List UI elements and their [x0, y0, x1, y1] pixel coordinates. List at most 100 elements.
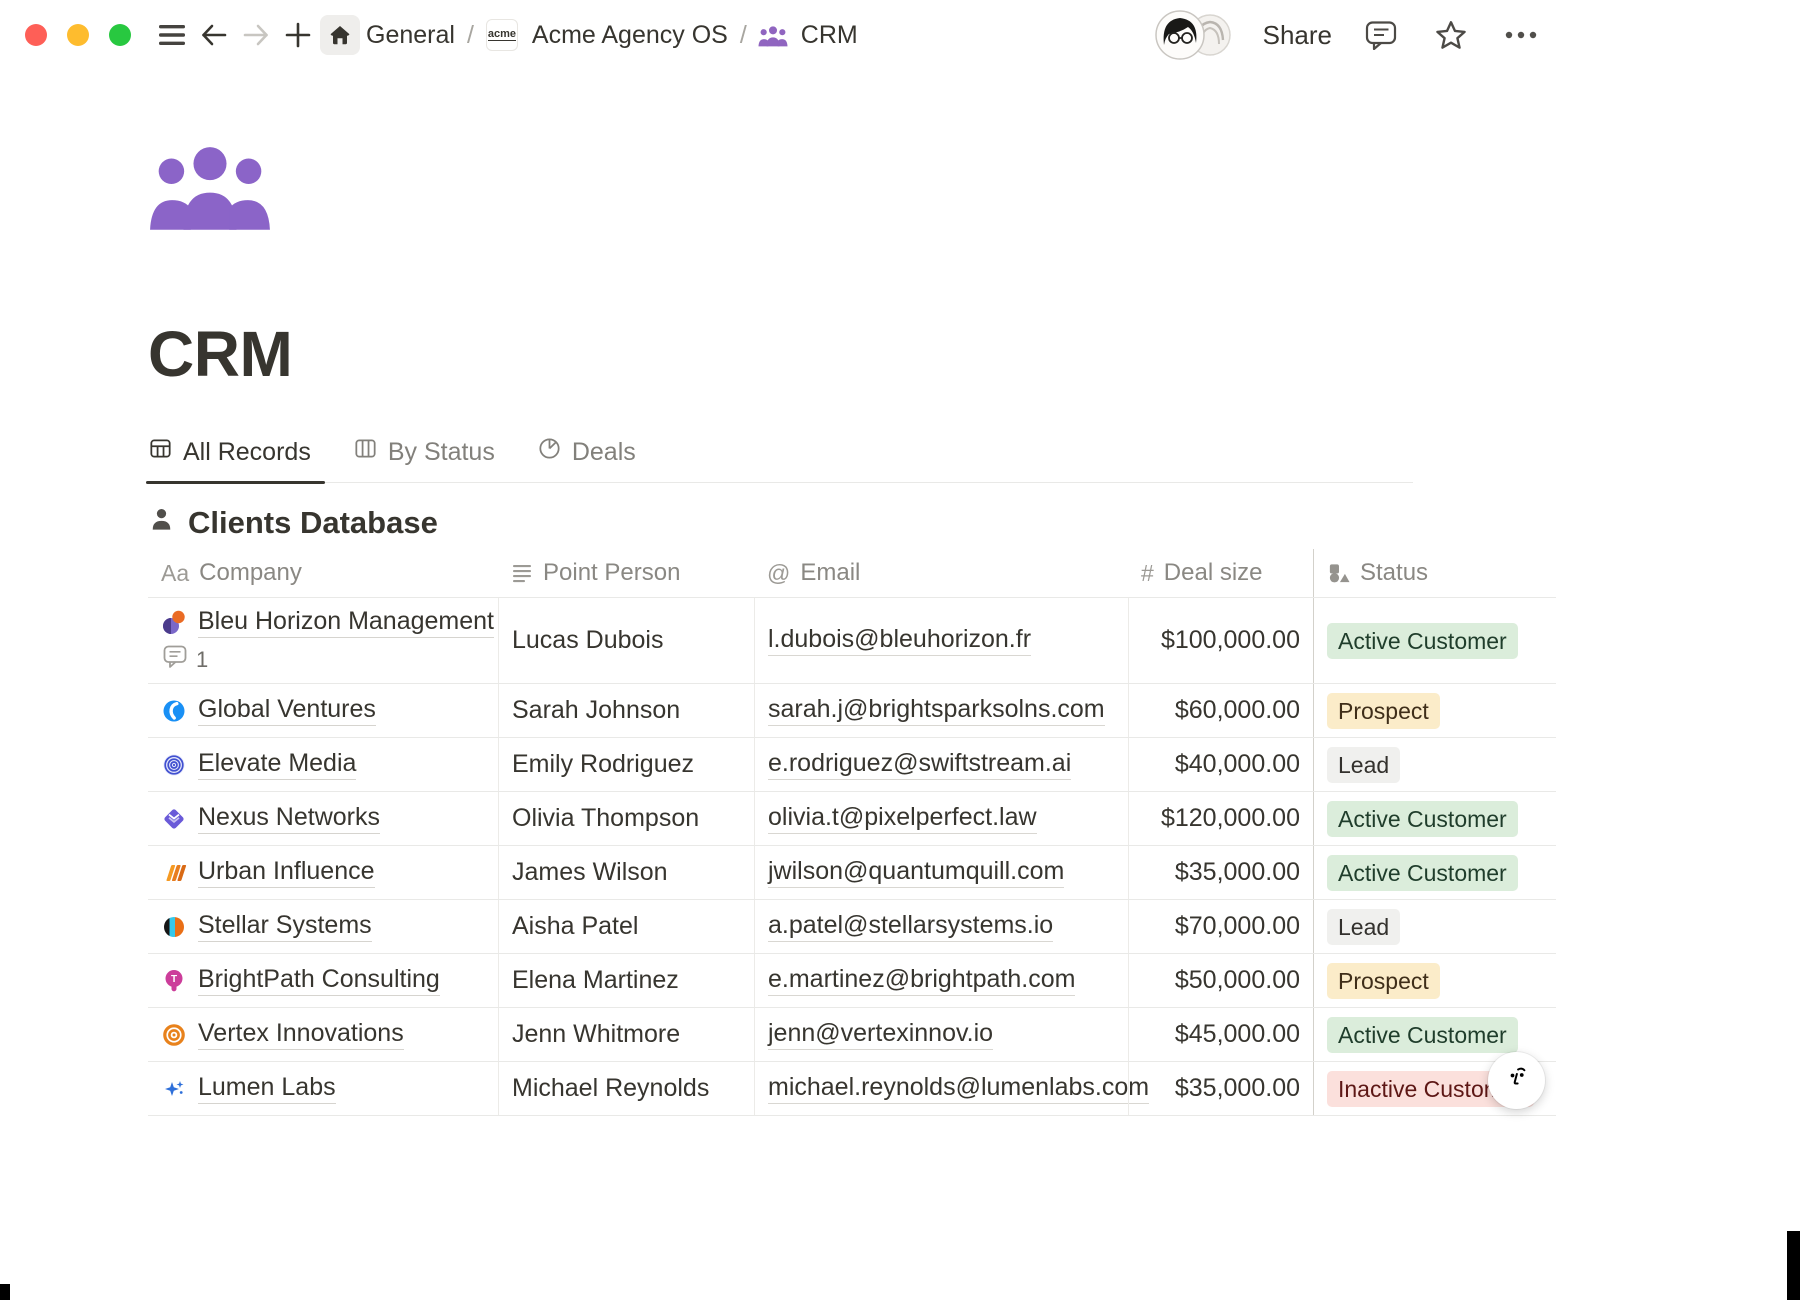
company-name-link[interactable]: Stellar Systems: [198, 911, 372, 942]
window-controls[interactable]: [25, 24, 131, 46]
forward-arrow-icon[interactable]: [236, 15, 276, 55]
home-breadcrumb-icon[interactable]: [320, 15, 360, 55]
tab-by-status[interactable]: By Status: [353, 436, 495, 482]
status-cell[interactable]: Active Customer: [1313, 846, 1556, 899]
point-person-cell[interactable]: Sarah Johnson: [498, 684, 754, 737]
close-window-button[interactable]: [25, 24, 47, 46]
company-name-link[interactable]: Vertex Innovations: [198, 1019, 404, 1050]
status-cell[interactable]: Prospect: [1313, 684, 1556, 737]
email-link[interactable]: jwilson@quantumquill.com: [768, 857, 1064, 888]
email-cell[interactable]: jenn@vertexinnov.io: [754, 1008, 1128, 1061]
deal-size-cell[interactable]: $70,000.00: [1128, 900, 1313, 953]
point-person-cell[interactable]: Emily Rodriguez: [498, 738, 754, 791]
share-button[interactable]: Share: [1263, 20, 1332, 51]
company-cell[interactable]: Elevate Media: [148, 738, 498, 791]
comments-icon[interactable]: [1361, 15, 1401, 55]
email-cell[interactable]: michael.reynolds@lumenlabs.com: [754, 1062, 1128, 1115]
table-row[interactable]: Global Ventures Sarah Johnson sarah.j@br…: [148, 684, 1556, 738]
email-link[interactable]: e.martinez@brightpath.com: [768, 965, 1075, 996]
table-row[interactable]: Elevate Media Emily Rodriguez e.rodrigue…: [148, 738, 1556, 792]
point-person-cell[interactable]: Lucas Dubois: [498, 598, 754, 683]
minimize-window-button[interactable]: [67, 24, 89, 46]
status-cell[interactable]: Active Customer: [1313, 598, 1556, 683]
company-cell[interactable]: T BrightPath Consulting: [148, 954, 498, 1007]
point-person-cell[interactable]: Jenn Whitmore: [498, 1008, 754, 1061]
comment-count[interactable]: 1: [163, 645, 208, 674]
company-name-link[interactable]: Nexus Networks: [198, 803, 380, 834]
breadcrumb-workspace[interactable]: Acme Agency OS: [527, 21, 733, 50]
table-row[interactable]: Bleu Horizon Management 1 Lucas Dubois l…: [148, 598, 1556, 684]
deal-size-cell[interactable]: $120,000.00: [1128, 792, 1313, 845]
table-row[interactable]: Stellar Systems Aisha Patel a.patel@stel…: [148, 900, 1556, 954]
table-row[interactable]: Vertex Innovations Jenn Whitmore jenn@ve…: [148, 1008, 1556, 1062]
email-link[interactable]: olivia.t@pixelperfect.law: [768, 803, 1037, 834]
collaborator-avatar[interactable]: [1155, 10, 1205, 60]
email-link[interactable]: jenn@vertexinnov.io: [768, 1019, 993, 1050]
column-header-deal-size[interactable]: # Deal size: [1128, 549, 1313, 597]
email-cell[interactable]: olivia.t@pixelperfect.law: [754, 792, 1128, 845]
breadcrumb-root[interactable]: General: [361, 21, 460, 50]
tab-deals[interactable]: Deals: [537, 436, 636, 482]
tab-all-records[interactable]: All Records: [148, 436, 311, 482]
email-link[interactable]: l.dubois@bleuhorizon.fr: [768, 625, 1031, 656]
deal-size-cell[interactable]: $100,000.00: [1128, 598, 1313, 683]
point-person-cell[interactable]: Aisha Patel: [498, 900, 754, 953]
company-cell[interactable]: Stellar Systems: [148, 900, 498, 953]
email-link[interactable]: sarah.j@brightsparksolns.com: [768, 695, 1105, 726]
favorite-star-icon[interactable]: [1431, 15, 1471, 55]
company-cell[interactable]: Nexus Networks: [148, 792, 498, 845]
deal-size-cell[interactable]: $45,000.00: [1128, 1008, 1313, 1061]
deal-size-cell[interactable]: $35,000.00: [1128, 1062, 1313, 1115]
company-name-link[interactable]: BrightPath Consulting: [198, 965, 440, 996]
status-cell[interactable]: Lead: [1313, 900, 1556, 953]
new-page-plus-icon[interactable]: [278, 15, 318, 55]
company-cell[interactable]: Lumen Labs: [148, 1062, 498, 1115]
sidebar-menu-icon[interactable]: [152, 15, 192, 55]
point-person-cell[interactable]: Michael Reynolds: [498, 1062, 754, 1115]
status-cell[interactable]: Active Customer: [1313, 792, 1556, 845]
email-cell[interactable]: a.patel@stellarsystems.io: [754, 900, 1128, 953]
column-header-company[interactable]: Aa Company: [148, 549, 498, 597]
status-cell[interactable]: Prospect: [1313, 954, 1556, 1007]
column-header-email[interactable]: @ Email: [754, 549, 1128, 597]
point-person-cell[interactable]: Elena Martinez: [498, 954, 754, 1007]
email-link[interactable]: michael.reynolds@lumenlabs.com: [768, 1073, 1149, 1104]
zoom-window-button[interactable]: [109, 24, 131, 46]
company-cell[interactable]: Vertex Innovations: [148, 1008, 498, 1061]
company-name-link[interactable]: Global Ventures: [198, 695, 376, 726]
collaborator-avatars[interactable]: [1155, 10, 1235, 60]
company-name-link[interactable]: Bleu Horizon Management: [198, 607, 494, 638]
deal-size-cell[interactable]: $50,000.00: [1128, 954, 1313, 1007]
company-cell[interactable]: Bleu Horizon Management 1: [148, 598, 498, 683]
email-cell[interactable]: sarah.j@brightsparksolns.com: [754, 684, 1128, 737]
company-name-link[interactable]: Urban Influence: [198, 857, 375, 888]
breadcrumb-page[interactable]: CRM: [796, 21, 863, 50]
deal-size-cell[interactable]: $35,000.00: [1128, 846, 1313, 899]
table-row[interactable]: Urban Influence James Wilson jwilson@qua…: [148, 846, 1556, 900]
page-people-group-icon[interactable]: [148, 140, 272, 226]
company-cell[interactable]: Urban Influence: [148, 846, 498, 899]
email-cell[interactable]: e.martinez@brightpath.com: [754, 954, 1128, 1007]
status-cell[interactable]: Lead: [1313, 738, 1556, 791]
company-name-link[interactable]: Elevate Media: [198, 749, 356, 780]
column-header-point-person[interactable]: Point Person: [498, 549, 754, 597]
point-person-cell[interactable]: Olivia Thompson: [498, 792, 754, 845]
column-header-status[interactable]: Status: [1313, 549, 1556, 597]
email-cell[interactable]: e.rodriguez@swiftstream.ai: [754, 738, 1128, 791]
company-name-link[interactable]: Lumen Labs: [198, 1073, 336, 1104]
table-row[interactable]: Lumen Labs Michael Reynolds michael.reyn…: [148, 1062, 1556, 1116]
workspace-logo-icon[interactable]: acme: [486, 19, 518, 51]
email-link[interactable]: a.patel@stellarsystems.io: [768, 911, 1053, 942]
company-cell[interactable]: Global Ventures: [148, 684, 498, 737]
email-cell[interactable]: l.dubois@bleuhorizon.fr: [754, 598, 1128, 683]
table-row[interactable]: T BrightPath Consulting Elena Martinez e…: [148, 954, 1556, 1008]
email-cell[interactable]: jwilson@quantumquill.com: [754, 846, 1128, 899]
notion-ai-button[interactable]: [1488, 1052, 1545, 1109]
deal-size-cell[interactable]: $60,000.00: [1128, 684, 1313, 737]
email-link[interactable]: e.rodriguez@swiftstream.ai: [768, 749, 1071, 780]
deal-size-cell[interactable]: $40,000.00: [1128, 738, 1313, 791]
back-arrow-icon[interactable]: [194, 15, 234, 55]
table-row[interactable]: Nexus Networks Olivia Thompson olivia.t@…: [148, 792, 1556, 846]
point-person-cell[interactable]: James Wilson: [498, 846, 754, 899]
more-options-icon[interactable]: [1501, 15, 1541, 55]
